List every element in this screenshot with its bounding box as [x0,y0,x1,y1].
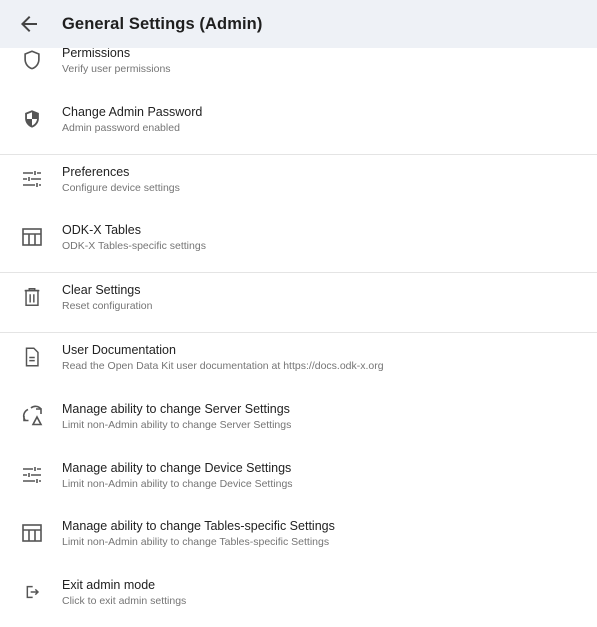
sync-settings-icon [20,404,44,428]
item-title: ODK-X Tables [62,223,141,238]
setting-exit-admin-mode[interactable]: Exit admin mode Click to exit admin sett… [0,568,597,627]
item-title: User Documentation [62,342,176,357]
setting-preferences[interactable]: Preferences Configure device settings [0,155,597,214]
item-title: Permissions [62,46,131,60]
item-subtitle: Limit non-Admin ability to change Tables… [62,536,330,549]
exit-icon [20,580,44,604]
delete-icon [20,285,44,309]
item-subtitle: Limit non-Admin ability to change Device… [62,477,293,490]
item-subtitle: Limit non-Admin ability to change Server… [62,418,292,431]
item-subtitle: ODK-X Tables-specific settings [62,240,206,253]
item-title: Manage ability to change Tables-specific… [62,519,335,534]
tune-icon [20,463,44,487]
shield-outline-icon [20,48,44,72]
arrow-back-icon [21,16,37,32]
setting-clear-settings[interactable]: Clear Settings Reset configuration [0,273,597,332]
item-subtitle: Admin password enabled [62,121,180,134]
back-button[interactable] [0,0,58,48]
setting-user-documentation[interactable]: User Documentation Read the Open Data Ki… [0,333,597,392]
setting-odkx-tables[interactable]: ODK-X Tables ODK-X Tables-specific setti… [0,213,597,272]
page-title: General Settings (Admin) [62,14,263,33]
item-title: Exit admin mode [62,578,156,593]
item-title: Manage ability to change Device Settings [62,460,292,475]
security-shield-icon [20,107,44,131]
table-icon [20,521,44,545]
item-subtitle: Configure device settings [62,181,180,194]
item-subtitle: Reset configuration [62,300,153,313]
item-subtitle: Verify user permissions [62,63,171,75]
setting-manage-server-settings[interactable]: Manage ability to change Server Settings… [0,392,597,451]
document-icon [20,345,44,369]
setting-manage-device-settings[interactable]: Manage ability to change Device Settings… [0,451,597,510]
tune-icon [20,167,44,191]
item-title: Clear Settings [62,283,141,298]
setting-manage-tables-settings[interactable]: Manage ability to change Tables-specific… [0,509,597,568]
item-title: Manage ability to change Server Settings [62,401,290,416]
table-icon [20,225,44,249]
item-title: Preferences [62,164,130,179]
item-subtitle: Click to exit admin settings [62,595,187,608]
item-subtitle: Read the Open Data Kit user documentatio… [62,359,384,372]
setting-change-admin-password[interactable]: Change Admin Password Admin password ena… [0,95,597,154]
item-title: Change Admin Password [62,104,203,119]
app-bar: General Settings (Admin) [0,0,597,48]
settings-list: Permissions Verify user permissions Chan… [0,36,597,627]
